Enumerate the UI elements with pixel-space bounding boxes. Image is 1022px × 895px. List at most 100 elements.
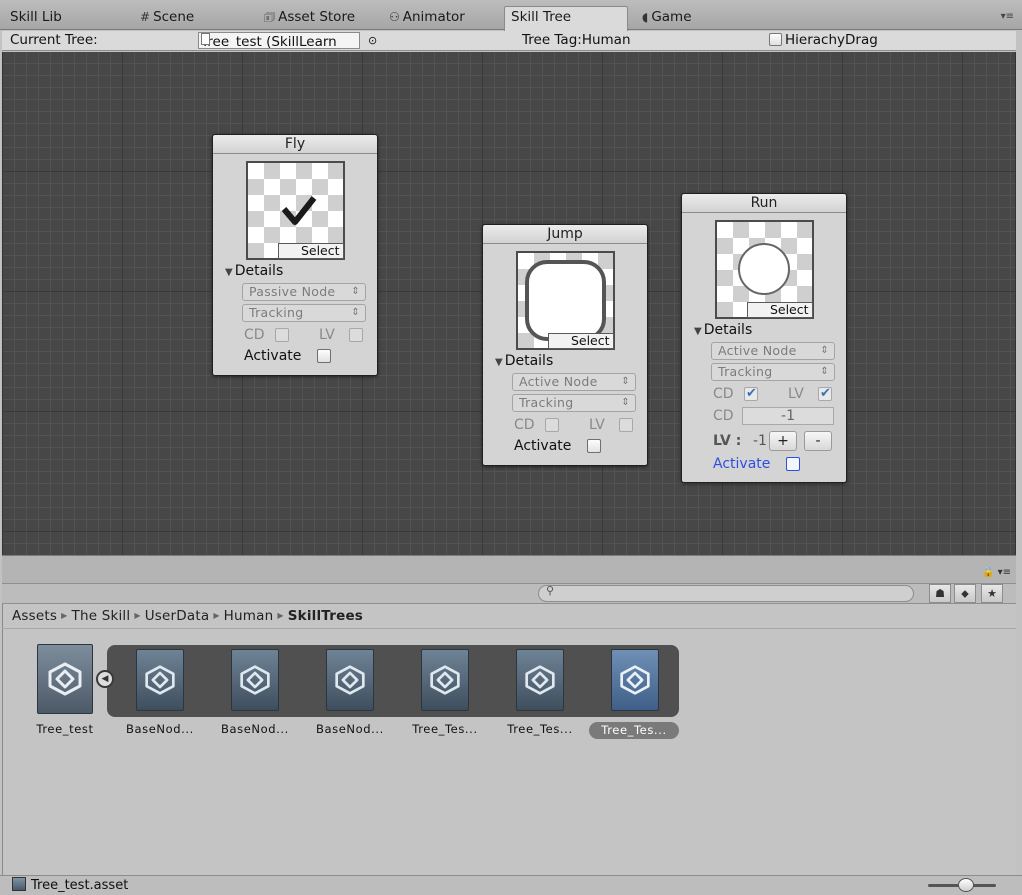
tab-skill-lib[interactable]: Skill Lib [4, 7, 68, 30]
skill-node-run[interactable]: Run Select ▼ Details Active Node ⇕ Trackin… [681, 193, 847, 483]
lock-icon[interactable]: 🔒 ▾≡ [982, 567, 1011, 578]
node-icon-preview: Select [245, 161, 345, 260]
breadcrumb-item[interactable]: UserData [145, 608, 210, 624]
asset-label[interactable]: BaseNod... [304, 722, 396, 736]
asset-label[interactable]: Tree_Tes... [399, 722, 491, 736]
unity-logo-icon [335, 665, 365, 695]
activate-label: Activate [244, 348, 302, 364]
status-bar [0, 875, 1022, 895]
activate-row: Activate [244, 347, 377, 365]
tab-animator[interactable]: ⚇ Animator [383, 7, 471, 30]
animator-icon: ⚇ [389, 10, 400, 24]
lv-decrease-button[interactable]: - [804, 431, 832, 451]
node-type-value: Active Node [718, 343, 797, 358]
node-title[interactable]: Jump [483, 225, 647, 244]
details-label: Details [703, 322, 753, 338]
details-label: Details [234, 263, 284, 279]
asset-basenode-2[interactable] [231, 649, 279, 711]
activate-label: Activate [514, 438, 572, 454]
cd-label: CD [514, 417, 535, 433]
current-tree-field[interactable]: Tree_test (SkillLearn [198, 32, 360, 49]
tracking-dropdown[interactable]: Tracking ⇕ [242, 304, 366, 322]
asset-label[interactable]: BaseNod... [114, 722, 206, 736]
filter-by-type-icon[interactable]: ☗ [929, 584, 951, 603]
collapse-arrow-icon[interactable]: ◀ [96, 670, 114, 688]
filter-by-label-icon[interactable]: ⬥ [954, 584, 976, 603]
node-type-dropdown[interactable]: Active Node ⇕ [512, 373, 636, 391]
tab-scene[interactable]: # Scene [134, 7, 200, 30]
details-label: Details [504, 353, 554, 369]
lv-checkbox[interactable] [619, 418, 633, 432]
cd-lv-row: CD LV [514, 416, 647, 434]
activate-checkbox[interactable] [317, 349, 331, 363]
activate-row: Activate [514, 437, 647, 455]
cd-checkbox[interactable] [545, 418, 559, 432]
skill-node-jump[interactable]: Jump Select ▼ Details Active Node ⇕ Tracki… [482, 224, 648, 466]
breadcrumb-arrow-icon: ▶ [61, 611, 68, 620]
asset-label[interactable]: Tree_test [19, 722, 111, 736]
unity-logo-icon [430, 665, 460, 695]
lv-checkbox[interactable] [818, 385, 832, 403]
object-picker-icon[interactable]: ⊙ [368, 31, 377, 50]
select-icon-button[interactable]: Select [547, 333, 614, 349]
details-foldout[interactable]: ▼ Details [225, 262, 377, 280]
node-type-dropdown[interactable]: Passive Node ⇕ [242, 283, 366, 301]
tracking-dropdown[interactable]: Tracking ⇕ [512, 394, 636, 412]
tab-game[interactable]: ◖ Game [636, 7, 698, 30]
details-foldout[interactable]: ▼ Details [495, 352, 647, 370]
node-type-dropdown[interactable]: Active Node ⇕ [711, 342, 835, 360]
select-icon-button[interactable]: Select [746, 302, 813, 318]
asset-tree-test-1[interactable] [421, 649, 469, 711]
tracking-dropdown[interactable]: Tracking ⇕ [711, 363, 835, 381]
foldout-triangle-icon: ▼ [694, 326, 702, 337]
asset-label[interactable]: Tree_Tes... [494, 722, 586, 736]
asset-basenode-3[interactable] [326, 649, 374, 711]
skill-node-fly[interactable]: Fly Select ▼ Details Passive Node ⇕ Tracki… [212, 134, 378, 376]
search-icon: ⚲ [546, 584, 555, 597]
tab-menu-icon[interactable]: ▾≡ [1001, 11, 1014, 22]
tab-asset-store[interactable]: 🗊 Asset Store [258, 7, 361, 30]
cd-value-field[interactable]: -1 [742, 407, 834, 425]
select-icon-button[interactable]: Select [277, 243, 344, 259]
lv-label: LV : [713, 433, 742, 449]
tree-tag-label: Tree Tag:Human [522, 32, 631, 48]
breadcrumb-item[interactable]: Assets [12, 608, 57, 624]
panel-divider[interactable] [2, 555, 1016, 583]
updown-arrow-icon: ⇕ [351, 286, 360, 297]
activate-label: Activate [713, 456, 771, 472]
breadcrumb-current[interactable]: SkillTrees [288, 608, 363, 624]
lv-checkbox[interactable] [349, 328, 363, 342]
favorites-icon[interactable]: ★ [981, 584, 1003, 603]
activate-row: Activate [713, 455, 846, 473]
node-type-value: Active Node [519, 374, 598, 389]
asset-label[interactable]: BaseNod... [209, 722, 301, 736]
tab-label: Asset Store [278, 9, 355, 25]
search-input[interactable] [538, 585, 914, 602]
details-foldout[interactable]: ▼ Details [694, 321, 846, 339]
hierarchy-drag-toggle[interactable]: HierachyDrag [769, 31, 878, 50]
lv-label: LV [589, 417, 605, 433]
tab-label: Animator [402, 9, 465, 25]
asset-tree-test[interactable] [37, 644, 93, 714]
node-title[interactable]: Fly [213, 135, 377, 154]
node-graph-canvas[interactable]: Fly Select ▼ Details Passive Node ⇕ Tracki… [2, 52, 1016, 555]
asset-tree-test-2[interactable] [516, 649, 564, 711]
icon-size-slider-handle[interactable] [958, 878, 974, 892]
unity-logo-icon [48, 662, 82, 696]
updown-arrow-icon: ⇕ [820, 345, 829, 356]
breadcrumb-item[interactable]: The Skill [72, 608, 131, 624]
cd-checkbox[interactable] [744, 385, 758, 403]
sub-asset-strip [107, 645, 679, 717]
asset-label-selected[interactable]: Tree_Tes... [589, 722, 679, 739]
tab-skill-tree[interactable]: Skill Tree [504, 6, 628, 31]
node-title[interactable]: Run [682, 194, 846, 213]
node-icon-preview: Select [515, 251, 615, 350]
breadcrumb-item[interactable]: Human [224, 608, 274, 624]
hierarchy-drag-checkbox[interactable] [769, 33, 782, 46]
asset-tree-test-3[interactable] [611, 649, 659, 711]
activate-checkbox[interactable] [786, 457, 800, 471]
activate-checkbox[interactable] [587, 439, 601, 453]
lv-increase-button[interactable]: + [769, 431, 797, 451]
asset-basenode-1[interactable] [136, 649, 184, 711]
cd-checkbox[interactable] [275, 328, 289, 342]
